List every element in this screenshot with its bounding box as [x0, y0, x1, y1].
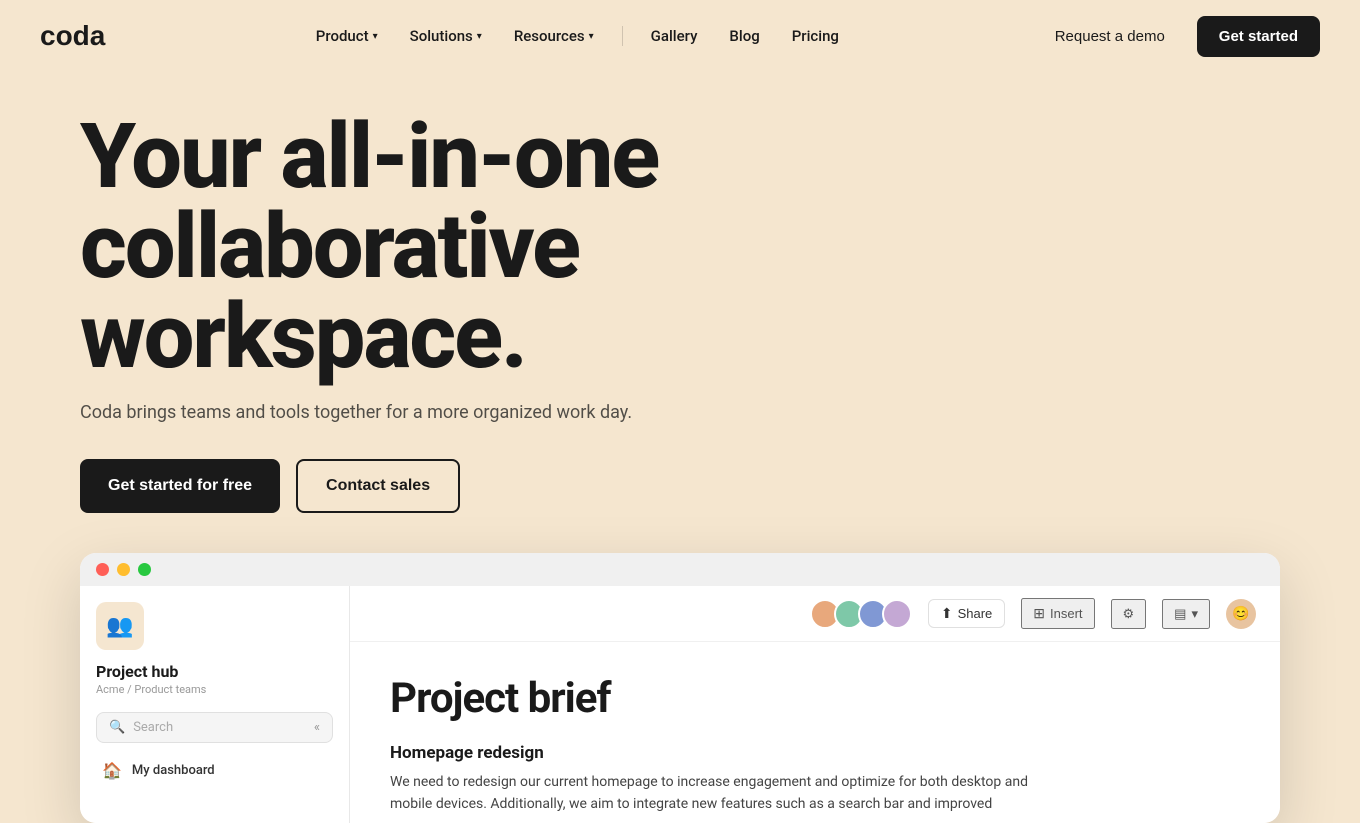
settings-button[interactable]: ⚙: [1111, 599, 1147, 629]
app-main: ⬆ Share ⊞ Insert ⚙ ▤ ▾ 😊: [350, 586, 1280, 823]
sidebar-nav-label: My dashboard: [132, 763, 215, 778]
app-sidebar: 👥 Project hub Acme / Product teams 🔍 Sea…: [80, 586, 350, 823]
nav-solutions-chevron: ▾: [477, 31, 482, 42]
hero-headline-line2: collaborative workspace.: [80, 194, 579, 389]
workspace-icon: 👥: [96, 602, 144, 650]
nav-pricing-label: Pricing: [792, 27, 839, 45]
insert-icon: ⊞: [1033, 605, 1045, 622]
get-started-nav-button[interactable]: Get started: [1197, 16, 1320, 57]
view-icon: ▤: [1174, 606, 1186, 622]
sidebar-search[interactable]: 🔍 Search «: [96, 712, 333, 743]
share-button[interactable]: ⬆ Share: [928, 599, 1005, 628]
share-label: Share: [958, 606, 993, 621]
avatar-4: [882, 599, 912, 629]
nav-solutions-label: Solutions: [410, 27, 473, 45]
nav-product[interactable]: Product ▾: [304, 19, 390, 53]
hero-headline: Your all-in-one collaborative workspace.: [80, 112, 980, 382]
nav-resources[interactable]: Resources ▾: [502, 19, 606, 53]
nav-solutions[interactable]: Solutions ▾: [398, 19, 494, 53]
nav-divider: [622, 26, 623, 46]
nav-resources-label: Resources: [514, 27, 585, 45]
nav-blog[interactable]: Blog: [717, 19, 771, 53]
nav-gallery-label: Gallery: [651, 27, 698, 45]
avatar-group: [810, 599, 912, 629]
nav-pricing[interactable]: Pricing: [780, 19, 851, 53]
logo[interactable]: coda: [40, 21, 120, 51]
user-avatar: 😊: [1226, 599, 1256, 629]
insert-label: Insert: [1050, 606, 1083, 621]
view-button[interactable]: ▤ ▾: [1162, 599, 1210, 629]
nav-links: Product ▾ Solutions ▾ Resources ▾ Galler…: [304, 19, 851, 53]
doc-section-title: Homepage redesign: [390, 743, 1240, 763]
navbar: coda Product ▾ Solutions ▾ Resources ▾ G…: [0, 0, 1360, 72]
svg-text:coda: coda: [40, 21, 106, 51]
contact-sales-button[interactable]: Contact sales: [296, 459, 460, 513]
view-chevron: ▾: [1191, 606, 1198, 622]
sidebar-nav-my-dashboard[interactable]: 🏠 My dashboard: [96, 753, 333, 788]
collapse-icon[interactable]: «: [314, 720, 320, 735]
sidebar-title: Project hub: [96, 662, 333, 681]
settings-icon: ⚙: [1123, 606, 1135, 622]
traffic-light-yellow[interactable]: [117, 563, 130, 576]
search-icon: 🔍: [109, 720, 125, 735]
insert-button[interactable]: ⊞ Insert: [1021, 598, 1094, 629]
nav-right: Request a demo Get started: [1035, 16, 1320, 57]
sidebar-breadcrumb: Acme / Product teams: [96, 683, 333, 696]
app-preview: 👥 Project hub Acme / Product teams 🔍 Sea…: [80, 553, 1280, 823]
nav-resources-chevron: ▾: [589, 31, 594, 42]
search-placeholder-text: Search: [133, 720, 173, 735]
doc-title: Project brief: [390, 674, 1240, 723]
app-topbar: ⬆ Share ⊞ Insert ⚙ ▤ ▾ 😊: [350, 586, 1280, 642]
traffic-light-red[interactable]: [96, 563, 109, 576]
app-body: 👥 Project hub Acme / Product teams 🔍 Sea…: [80, 586, 1280, 823]
app-content: Project brief Homepage redesign We need …: [350, 642, 1280, 823]
nav-blog-label: Blog: [729, 27, 759, 45]
app-titlebar: [80, 553, 1280, 586]
nav-product-label: Product: [316, 27, 369, 45]
request-demo-button[interactable]: Request a demo: [1035, 18, 1185, 55]
nav-gallery[interactable]: Gallery: [639, 19, 710, 53]
get-started-free-button[interactable]: Get started for free: [80, 459, 280, 513]
nav-product-chevron: ▾: [373, 31, 378, 42]
hero-buttons: Get started for free Contact sales: [80, 459, 1280, 513]
hero-subtext: Coda brings teams and tools together for…: [80, 402, 1280, 423]
hero-section: Your all-in-one collaborative workspace.…: [0, 72, 1360, 513]
doc-body-text: We need to redesign our current homepage…: [390, 771, 1030, 816]
share-icon: ⬆: [941, 605, 953, 622]
traffic-light-green[interactable]: [138, 563, 151, 576]
coda-logo-svg: coda: [40, 21, 120, 51]
